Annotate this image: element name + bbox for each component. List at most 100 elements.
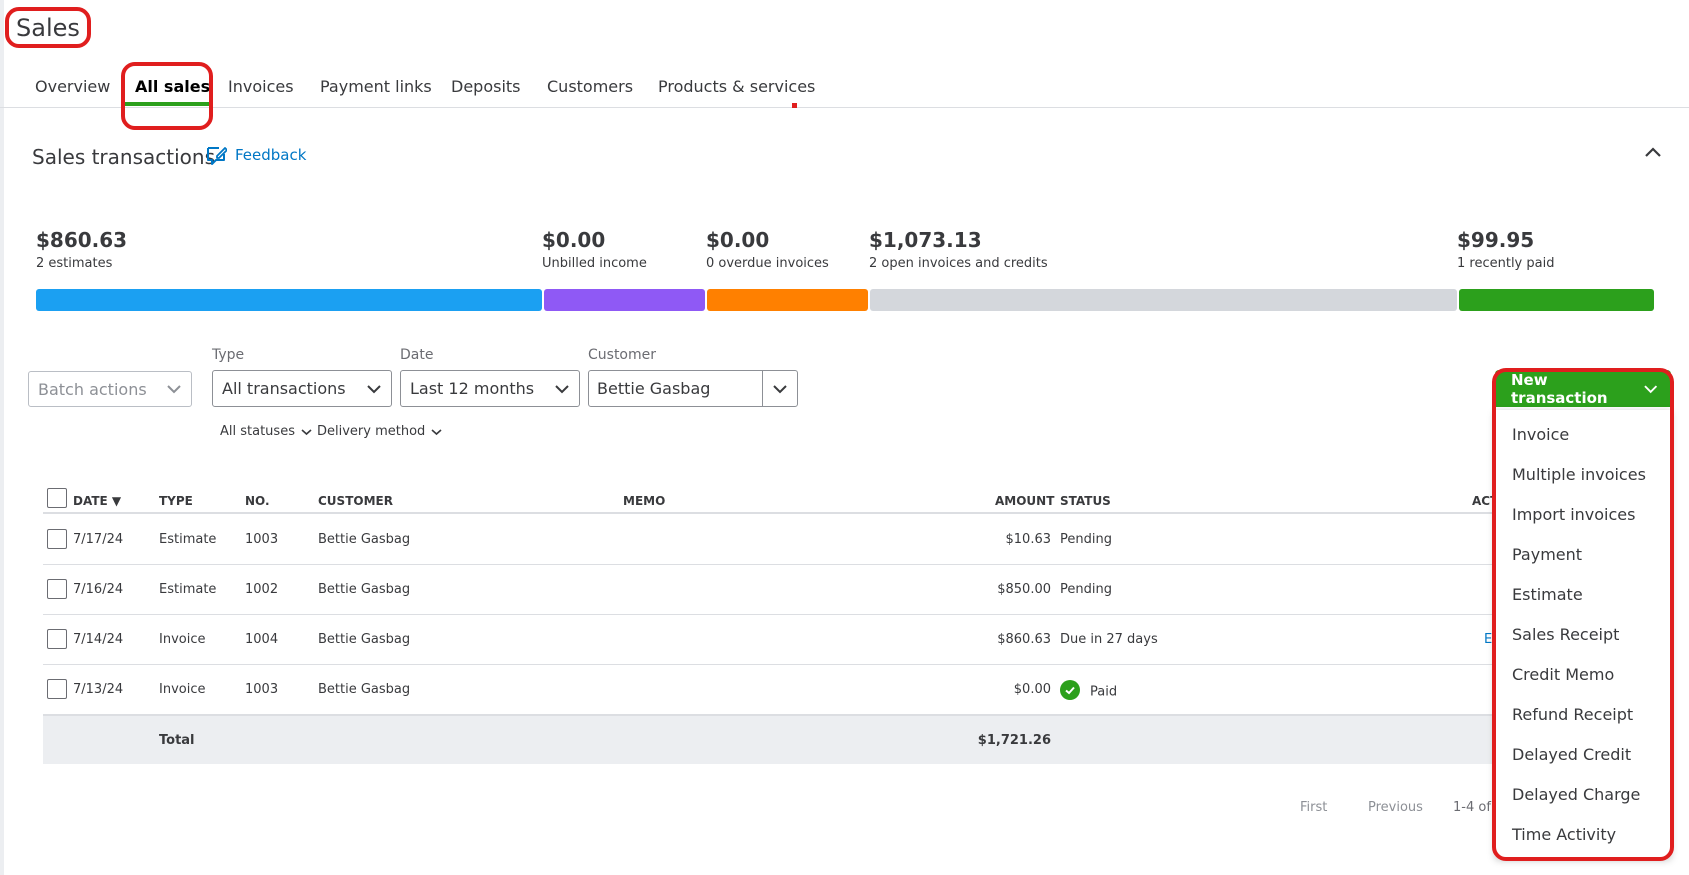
menu-item-refund-receipt[interactable]: Refund Receipt bbox=[1512, 705, 1633, 724]
select-all-checkbox[interactable] bbox=[47, 488, 67, 508]
cell-date: 7/16/24 bbox=[73, 582, 124, 597]
tab-invoices[interactable]: Invoices bbox=[228, 77, 294, 96]
delivery-method-filter[interactable]: Delivery method bbox=[317, 424, 442, 439]
customer-filter-combobox[interactable]: Bettie Gasbag bbox=[588, 370, 798, 407]
stat-recently-paid: $99.95 1 recently paid bbox=[1457, 228, 1554, 271]
table-row[interactable]: 7/13/24 Invoice 1003 Bettie Gasbag $0.00… bbox=[43, 665, 1523, 715]
stat-label: 1 recently paid bbox=[1457, 256, 1555, 271]
date-filter-label: Date bbox=[400, 347, 434, 363]
batch-actions-dropdown[interactable]: Batch actions bbox=[28, 371, 192, 407]
money-bar-unbilled[interactable] bbox=[544, 289, 705, 311]
cell-amount: $850.00 bbox=[997, 582, 1051, 597]
type-filter-label: Type bbox=[212, 347, 245, 363]
money-bar-open[interactable] bbox=[870, 289, 1457, 311]
row-checkbox[interactable] bbox=[47, 679, 67, 699]
row-checkbox[interactable] bbox=[47, 579, 67, 599]
customer-filter-label: Customer bbox=[588, 347, 657, 363]
menu-item-payment[interactable]: Payment bbox=[1512, 545, 1582, 564]
customer-filter-value[interactable]: Bettie Gasbag bbox=[589, 371, 762, 406]
cell-customer: Bettie Gasbag bbox=[318, 582, 411, 597]
chevron-down-icon bbox=[1643, 384, 1657, 393]
table-row[interactable]: 7/16/24 Estimate 1002 Bettie Gasbag $850… bbox=[43, 565, 1523, 615]
feedback-label: Feedback bbox=[235, 146, 307, 164]
status-filter[interactable]: All statuses bbox=[220, 424, 312, 439]
table-total-row: Total $1,721.26 bbox=[43, 714, 1523, 764]
cell-status: Due in 27 days bbox=[1060, 632, 1158, 647]
row-checkbox[interactable] bbox=[47, 629, 67, 649]
new-transaction-button[interactable]: New transaction bbox=[1495, 370, 1671, 407]
tab-products-services[interactable]: Products & services bbox=[658, 77, 815, 96]
money-bar-paid[interactable] bbox=[1459, 289, 1654, 311]
money-bar-estimates[interactable] bbox=[36, 289, 542, 311]
tab-payment-links[interactable]: Payment links bbox=[320, 77, 432, 96]
new-transaction-label: New transaction bbox=[1511, 370, 1608, 407]
column-header-no[interactable]: NO. bbox=[245, 494, 270, 508]
tab-all-sales[interactable]: All sales bbox=[135, 77, 210, 96]
new-transaction-menu: Invoice Multiple invoices Import invoice… bbox=[1495, 410, 1671, 858]
pager-range: 1-4 of bbox=[1453, 800, 1491, 815]
column-header-amount[interactable]: AMOUNT bbox=[995, 494, 1054, 508]
cell-status-paid: Paid bbox=[1060, 680, 1117, 702]
type-filter-select[interactable]: All transactions bbox=[212, 370, 392, 407]
tab-deposits[interactable]: Deposits bbox=[451, 77, 521, 96]
feedback-link[interactable]: Feedback bbox=[205, 144, 306, 166]
batch-actions-label: Batch actions bbox=[38, 379, 147, 399]
menu-item-credit-memo[interactable]: Credit Memo bbox=[1512, 665, 1614, 684]
table-row[interactable]: 7/17/24 Estimate 1003 Bettie Gasbag $10.… bbox=[43, 515, 1523, 565]
column-header-type[interactable]: TYPE bbox=[159, 494, 193, 508]
row-checkbox[interactable] bbox=[47, 529, 67, 549]
tab-overview[interactable]: Overview bbox=[35, 77, 110, 96]
feedback-icon bbox=[207, 147, 227, 165]
pager-previous[interactable]: Previous bbox=[1368, 800, 1423, 815]
menu-item-multiple-invoices[interactable]: Multiple invoices bbox=[1512, 465, 1646, 484]
stat-label: 2 open invoices and credits bbox=[869, 256, 1048, 271]
customer-filter-toggle[interactable] bbox=[762, 371, 797, 406]
total-amount: $1,721.26 bbox=[977, 733, 1051, 748]
column-header-date[interactable]: DATE ▼ bbox=[73, 494, 121, 508]
red-dot-marker bbox=[792, 103, 797, 108]
menu-item-import-invoices[interactable]: Import invoices bbox=[1512, 505, 1635, 524]
stat-amount: $99.95 bbox=[1457, 228, 1535, 252]
money-bar-overdue[interactable] bbox=[707, 289, 868, 311]
table-header-row: DATE ▼ TYPE NO. CUSTOMER MEMO AMOUNT STA… bbox=[43, 485, 1523, 514]
column-header-customer[interactable]: CUSTOMER bbox=[318, 494, 393, 508]
page-title: Sales bbox=[5, 7, 91, 48]
cell-type: Estimate bbox=[159, 532, 217, 547]
chevron-down-icon bbox=[773, 384, 787, 393]
stat-amount: $1,073.13 bbox=[869, 228, 982, 252]
row-action-link[interactable]: E bbox=[1484, 632, 1492, 647]
chevron-down-icon bbox=[167, 385, 181, 394]
chevron-down-icon bbox=[367, 384, 381, 393]
menu-item-estimate[interactable]: Estimate bbox=[1512, 585, 1583, 604]
chevron-down-icon bbox=[555, 384, 569, 393]
cell-customer: Bettie Gasbag bbox=[318, 682, 411, 697]
stat-unbilled: $0.00 Unbilled income bbox=[542, 228, 647, 271]
stat-amount: $860.63 bbox=[36, 228, 128, 252]
tab-customers[interactable]: Customers bbox=[547, 77, 633, 96]
cell-customer: Bettie Gasbag bbox=[318, 632, 411, 647]
column-header-memo[interactable]: MEMO bbox=[623, 494, 665, 508]
stat-amount: $0.00 bbox=[706, 228, 770, 252]
pager-first[interactable]: First bbox=[1300, 800, 1327, 815]
stat-open-invoices: $1,073.13 2 open invoices and credits bbox=[869, 228, 1048, 271]
menu-item-delayed-charge[interactable]: Delayed Charge bbox=[1512, 785, 1640, 804]
cell-date: 7/17/24 bbox=[73, 532, 124, 547]
menu-item-delayed-credit[interactable]: Delayed Credit bbox=[1512, 745, 1631, 764]
menu-item-invoice[interactable]: Invoice bbox=[1512, 425, 1569, 444]
chevron-up-icon[interactable] bbox=[1643, 144, 1663, 160]
chevron-down-icon bbox=[301, 428, 312, 435]
active-tab-underline bbox=[124, 102, 210, 106]
cell-type: Invoice bbox=[159, 632, 206, 647]
type-filter-value: All transactions bbox=[222, 379, 346, 398]
section-title: Sales transactions bbox=[32, 145, 215, 169]
chevron-down-icon bbox=[431, 428, 442, 435]
cell-no: 1003 bbox=[245, 532, 279, 547]
stat-overdue: $0.00 0 overdue invoices bbox=[706, 228, 829, 271]
column-header-status[interactable]: STATUS bbox=[1060, 494, 1111, 508]
cell-date: 7/14/24 bbox=[73, 632, 124, 647]
menu-item-sales-receipt[interactable]: Sales Receipt bbox=[1512, 625, 1619, 644]
date-filter-select[interactable]: Last 12 months bbox=[400, 370, 580, 407]
status-filter-label: All statuses bbox=[220, 424, 295, 439]
table-row[interactable]: 7/14/24 Invoice 1004 Bettie Gasbag $860.… bbox=[43, 615, 1523, 665]
menu-item-time-activity[interactable]: Time Activity bbox=[1512, 825, 1616, 844]
